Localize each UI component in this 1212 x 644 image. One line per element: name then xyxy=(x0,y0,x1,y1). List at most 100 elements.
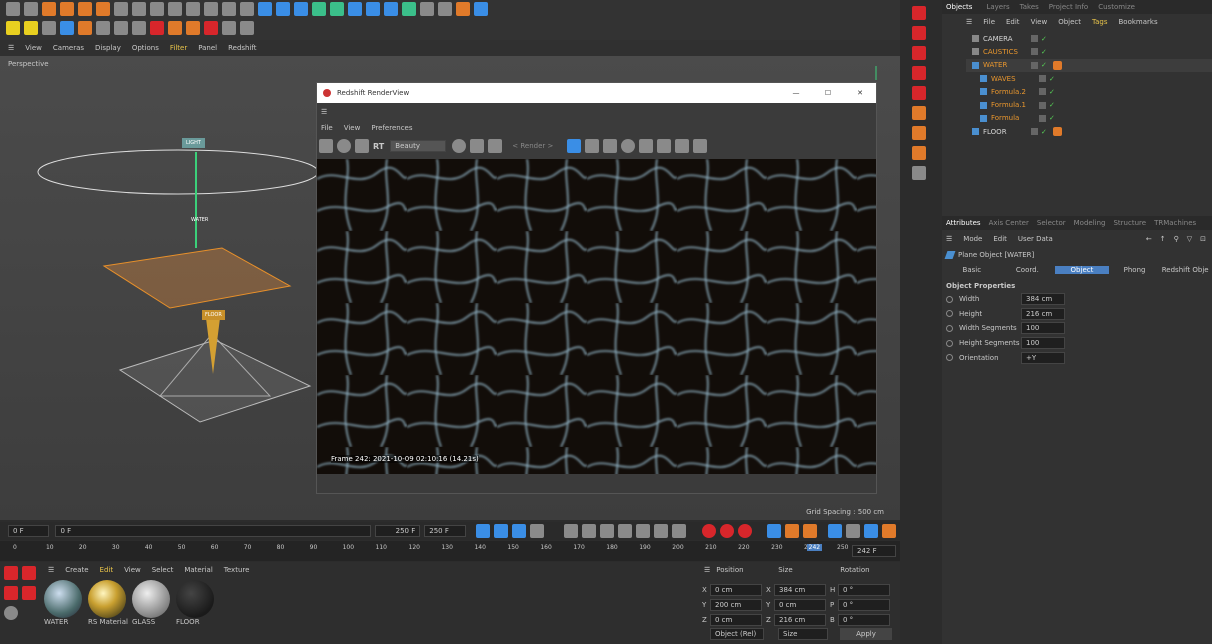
object-name[interactable]: CAUSTICS xyxy=(983,48,1031,56)
rotate-tool-icon[interactable] xyxy=(78,2,92,16)
hamburger-icon[interactable]: ☰ xyxy=(8,44,14,52)
tab-structure[interactable]: Structure xyxy=(1113,219,1146,227)
coord-value-field[interactable]: 0 cm xyxy=(774,598,826,611)
mat-hamburger-icon[interactable]: ☰ xyxy=(48,566,54,574)
play-icon[interactable] xyxy=(618,524,633,538)
edges-mode-icon[interactable] xyxy=(60,21,74,35)
bucket-icon[interactable] xyxy=(585,139,600,153)
loop-icon[interactable] xyxy=(493,524,508,538)
field-icon[interactable] xyxy=(402,2,416,16)
preview-min-field[interactable]: 0 F xyxy=(55,525,372,537)
coord-mode-select[interactable]: Object (Rel) xyxy=(710,628,764,640)
viewport-menu-display[interactable]: Display xyxy=(95,44,121,52)
pen-icon[interactable] xyxy=(276,2,290,16)
current-frame-field[interactable]: 242 F xyxy=(852,545,896,557)
rs-volume-icon[interactable] xyxy=(240,21,254,35)
coord-value-field[interactable]: 200 cm xyxy=(710,598,762,611)
enable-check-icon[interactable]: ✓ xyxy=(1049,114,1055,122)
object-name[interactable]: CAMERA xyxy=(983,35,1031,43)
menu-more-icon[interactable] xyxy=(882,524,897,538)
object-list-item[interactable]: Formula ✓ xyxy=(966,112,1212,125)
coord-value-field[interactable]: 0 cm xyxy=(710,613,762,626)
om-menu-tags[interactable]: Tags xyxy=(1092,18,1108,26)
keyframe-dot-icon[interactable] xyxy=(946,339,953,347)
coord-value-field[interactable]: 384 cm xyxy=(774,583,826,596)
rs-render-icon[interactable] xyxy=(912,26,926,40)
keyframe-dot-icon[interactable] xyxy=(946,354,953,362)
region-icon[interactable] xyxy=(567,139,582,153)
rv-hamburger-icon[interactable]: ☰ xyxy=(317,103,876,121)
tab-customize[interactable]: Customize xyxy=(1098,3,1135,11)
enable-check-icon[interactable]: ✓ xyxy=(1049,75,1055,83)
end-frame-field[interactable]: 250 F xyxy=(424,525,466,537)
object-name[interactable]: WATER xyxy=(983,61,1031,69)
am-hamburger-icon[interactable]: ☰ xyxy=(946,235,952,243)
points-mode-icon[interactable] xyxy=(42,21,56,35)
clapper-icon[interactable] xyxy=(319,139,333,153)
subtab-coord[interactable]: Coord. xyxy=(1000,266,1056,274)
enable-check-icon[interactable]: ✓ xyxy=(1049,101,1055,109)
rt-toggle[interactable]: RT xyxy=(373,142,384,151)
object-list-item[interactable]: WAVES ✓ xyxy=(966,72,1212,85)
cloner-icon[interactable] xyxy=(312,2,326,16)
array-icon[interactable] xyxy=(330,2,344,16)
am-menu-edit[interactable]: Edit xyxy=(993,235,1007,243)
om-menu-edit[interactable]: Edit xyxy=(1006,18,1020,26)
object-tool-icon[interactable] xyxy=(912,106,926,120)
rs-aov-icon[interactable] xyxy=(912,86,926,100)
mat-new-icon[interactable] xyxy=(4,566,18,580)
polygon-tool-icon[interactable] xyxy=(912,166,926,180)
tab-layers[interactable]: Layers xyxy=(986,3,1009,11)
coord-value-field[interactable]: 0 ° xyxy=(838,583,890,596)
mat-settings-icon[interactable] xyxy=(4,606,18,620)
edge-tool-icon[interactable] xyxy=(912,146,926,160)
om-hamburger-icon[interactable]: ☰ xyxy=(966,18,972,26)
mat-menu-texture[interactable]: Texture xyxy=(224,566,250,574)
visibility-check-icon[interactable] xyxy=(1039,101,1046,109)
subtab-basic[interactable]: Basic xyxy=(944,266,1000,274)
property-value-field[interactable]: 100 xyxy=(1021,337,1065,350)
keyframe-dot-icon[interactable] xyxy=(946,295,953,303)
viewport-menu-options[interactable]: Options xyxy=(132,44,159,52)
property-value-field[interactable]: 100 xyxy=(1021,322,1065,335)
enable-check-icon[interactable]: ✓ xyxy=(1041,128,1047,136)
timeline-icon[interactable] xyxy=(864,524,879,538)
rs-ipr-icon[interactable] xyxy=(912,6,926,20)
rot-key-icon[interactable] xyxy=(802,524,817,538)
lock-icon[interactable]: ⊡ xyxy=(1200,235,1206,243)
text-icon[interactable] xyxy=(348,2,362,16)
go-start-icon[interactable] xyxy=(564,524,579,538)
scale-key-icon[interactable] xyxy=(784,524,799,538)
close-icon[interactable]: ✕ xyxy=(844,89,876,97)
move-tool-icon[interactable] xyxy=(42,2,56,16)
om-menu-view[interactable]: View xyxy=(1031,18,1048,26)
mat-menu-view[interactable]: View xyxy=(124,566,141,574)
rs-dome-icon[interactable] xyxy=(186,21,200,35)
go-end-icon[interactable] xyxy=(672,524,687,538)
camera-icon[interactable] xyxy=(438,2,452,16)
back-arrow-icon[interactable]: ← xyxy=(1146,235,1152,243)
rs-materials-icon[interactable] xyxy=(912,46,926,60)
enable-check-icon[interactable]: ✓ xyxy=(1041,61,1047,69)
autokey-icon[interactable] xyxy=(475,524,490,538)
render-select[interactable]: < Render > xyxy=(512,142,553,150)
refresh-icon[interactable] xyxy=(355,139,369,153)
frame-ruler[interactable]: 0 10 20 30 40 50 60 70 80 90 100 110 120 130 140 150 160… xyxy=(0,541,900,561)
subdivision-icon[interactable] xyxy=(294,2,308,16)
coord-hamburger-icon[interactable]: ☰ xyxy=(704,566,710,574)
visibility-check-icon[interactable] xyxy=(1039,88,1046,96)
playhead-marker[interactable]: 242 xyxy=(806,544,823,551)
grid-icon[interactable] xyxy=(470,139,485,153)
minimize-icon[interactable]: — xyxy=(780,89,812,97)
start-frame-field[interactable]: 0 F xyxy=(8,525,50,537)
x-axis-icon[interactable] xyxy=(114,2,128,16)
formula-icon[interactable] xyxy=(384,2,398,16)
am-menu-mode[interactable]: Mode xyxy=(963,235,982,243)
prev-key-icon[interactable] xyxy=(582,524,597,538)
object-list-item[interactable]: WATER ✓ xyxy=(966,58,1212,72)
snapshot-icon[interactable] xyxy=(452,139,467,153)
play-render-icon[interactable] xyxy=(337,139,351,153)
viewport-menu-redshift[interactable]: Redshift xyxy=(228,44,256,52)
enable-check-icon[interactable]: ✓ xyxy=(1041,35,1047,43)
deformer-icon[interactable] xyxy=(366,2,380,16)
